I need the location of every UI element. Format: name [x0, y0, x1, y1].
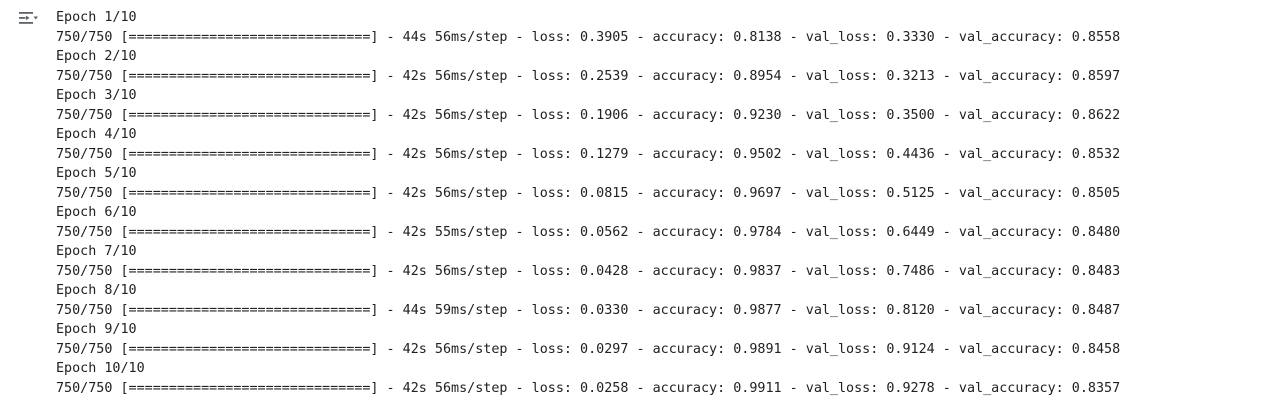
epoch-header: Epoch 3/10 [56, 88, 137, 103]
epoch-progress-line: 750/750 [==============================]… [56, 380, 1121, 396]
epoch-progress-line: 750/750 [==============================]… [56, 185, 1121, 201]
epoch-header: Epoch 7/10 [56, 244, 137, 259]
epoch-progress-line: 750/750 [==============================]… [56, 68, 1121, 84]
epoch-header: Epoch 4/10 [56, 127, 137, 142]
epoch-header: Epoch 6/10 [56, 205, 137, 220]
epoch-header: Epoch 1/10 [56, 10, 137, 25]
epoch-header: Epoch 8/10 [56, 283, 137, 298]
training-log: Epoch 1/10 750/750 [=====================… [56, 8, 1120, 398]
epoch-progress-line: 750/750 [==============================]… [56, 107, 1121, 123]
epoch-progress-line: 750/750 [==============================]… [56, 29, 1121, 45]
epoch-progress-line: 750/750 [==============================]… [56, 341, 1121, 357]
epoch-header: Epoch 9/10 [56, 322, 137, 337]
epoch-progress-line: 750/750 [==============================]… [56, 263, 1121, 279]
epoch-header: Epoch 2/10 [56, 49, 137, 64]
output-collapse-button[interactable] [16, 7, 40, 29]
epoch-header: Epoch 10/10 [56, 361, 145, 376]
epoch-progress-line: 750/750 [==============================]… [56, 146, 1121, 162]
epoch-progress-line: 750/750 [==============================]… [56, 224, 1121, 240]
epoch-progress-line: 750/750 [==============================]… [56, 302, 1121, 318]
epoch-header: Epoch 5/10 [56, 166, 137, 181]
output-collapse-icon [19, 12, 38, 24]
cell-output-area: Epoch 1/10 750/750 [=====================… [0, 0, 1267, 412]
